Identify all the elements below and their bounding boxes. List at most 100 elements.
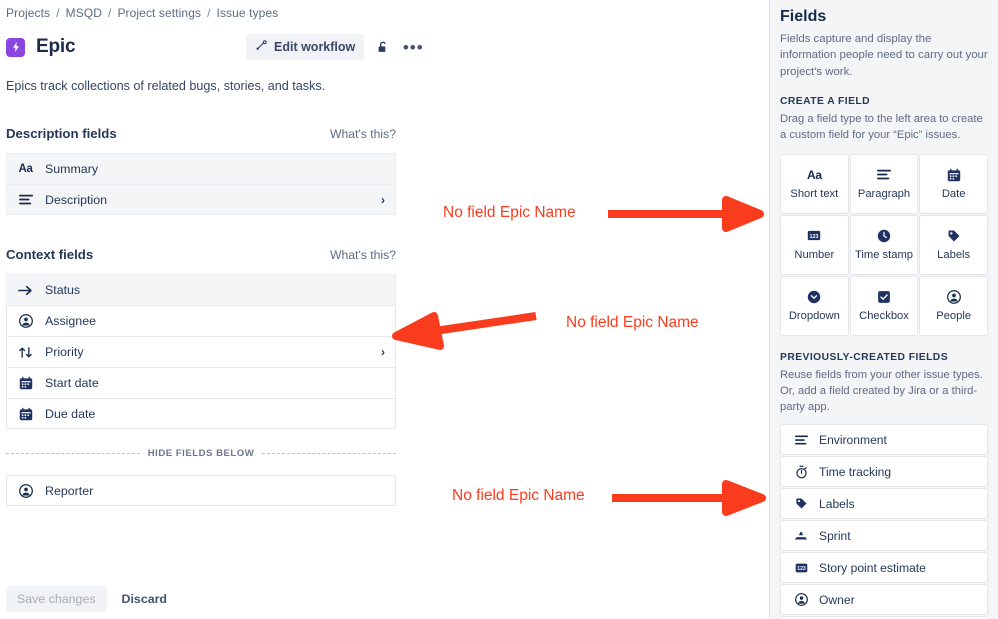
person-icon — [17, 314, 34, 328]
field-label: Start date — [45, 376, 99, 390]
field-type-label: Paragraph — [857, 188, 911, 201]
hidden-fields-list: Reporter — [6, 475, 396, 506]
previous-field-label: Sprint — [819, 528, 851, 543]
field-type-time-stamp[interactable]: Time stamp — [849, 214, 919, 275]
context-fields-whats-this-link[interactable]: What's this? — [330, 248, 396, 262]
tag-icon — [947, 228, 961, 243]
edit-workflow-label: Edit workflow — [274, 40, 356, 54]
breadcrumb-item-project-settings[interactable]: Project settings — [117, 6, 201, 20]
breadcrumb-item-msqd[interactable]: MSQD — [66, 6, 102, 20]
hide-fields-label: HIDE FIELDS BELOW — [147, 447, 255, 459]
field-type-dropdown[interactable]: Dropdown — [780, 275, 849, 336]
workflow-icon — [255, 39, 268, 55]
field-type-label: Checkbox — [859, 310, 909, 323]
field-type-labels[interactable]: Labels — [919, 214, 988, 275]
field-row-summary[interactable]: Aa Summary — [6, 153, 396, 184]
svg-text:123: 123 — [810, 234, 819, 240]
field-label: Status — [45, 283, 81, 297]
chevron-right-icon[interactable]: › — [381, 193, 385, 207]
field-type-number[interactable]: 123 Number — [780, 214, 849, 275]
footer-action-bar: Save changes Discard — [6, 586, 176, 612]
context-fields-header: Context fields What's this? — [6, 247, 396, 262]
previously-created-fields-label: PREVIOUSLY-CREATED FIELDS — [780, 351, 949, 363]
previous-field-label: Labels — [819, 496, 855, 511]
previous-field-sprint[interactable]: Sprint — [780, 520, 988, 552]
main-content: Projects / MSQD / Project settings / Iss… — [0, 0, 769, 619]
field-type-label: Dropdown — [788, 310, 840, 323]
priority-arrows-icon — [17, 346, 34, 359]
field-type-people[interactable]: People — [919, 275, 988, 336]
discard-button[interactable]: Discard — [113, 586, 176, 612]
field-type-date[interactable]: Date — [919, 153, 988, 214]
field-label: Assignee — [45, 314, 96, 328]
breadcrumb-separator: / — [207, 6, 211, 20]
sidebar-title: Fields — [780, 8, 827, 25]
field-type-label: Labels — [937, 249, 971, 262]
annotation-text-3: No field Epic Name — [452, 487, 585, 504]
app-root: Projects / MSQD / Project settings / Iss… — [0, 0, 998, 619]
chevron-right-icon[interactable]: › — [381, 345, 385, 359]
previous-field-label: Time tracking — [819, 464, 892, 479]
field-row-status[interactable]: Status — [6, 274, 396, 305]
page-title: Epic — [36, 36, 76, 57]
description-fields-whats-this-link[interactable]: What's this? — [330, 127, 396, 141]
annotation-arrow-left-2 — [392, 312, 537, 350]
svg-text:123: 123 — [797, 566, 806, 572]
tag-icon — [793, 497, 809, 510]
hide-fields-divider: HIDE FIELDS BELOW — [6, 446, 397, 460]
save-changes-button[interactable]: Save changes — [6, 586, 107, 612]
breadcrumb-item-issue-types[interactable]: Issue types — [217, 6, 279, 20]
field-type-checkbox[interactable]: Checkbox — [849, 275, 919, 336]
page-subtitle: Epics track collections of related bugs,… — [6, 79, 326, 93]
paragraph-icon — [793, 435, 809, 445]
field-type-label: Number — [794, 249, 835, 262]
calendar-icon — [17, 376, 34, 390]
field-type-short-text[interactable]: Aa Short text — [780, 153, 849, 214]
previous-field-labels[interactable]: Labels — [780, 488, 988, 520]
breadcrumb-item-projects[interactable]: Projects — [6, 6, 50, 20]
breadcrumb: Projects / MSQD / Project settings / Iss… — [6, 6, 278, 20]
annotation-text-1: No field Epic Name — [443, 204, 576, 221]
field-type-label: Time stamp — [854, 249, 913, 262]
previous-field-time-tracking[interactable]: Time tracking — [780, 456, 988, 488]
field-row-priority[interactable]: Priority › — [6, 336, 396, 367]
description-fields-list: Aa Summary Description › — [6, 153, 396, 215]
person-icon — [17, 483, 34, 498]
previous-field-label: Environment — [819, 432, 887, 447]
previous-field-story-point-estimate[interactable]: 123 Story point estimate — [780, 552, 988, 584]
calendar-icon — [947, 167, 961, 182]
stopwatch-icon — [793, 465, 809, 479]
previously-created-fields-list: Environment Time tracking Labels Sprint — [780, 424, 988, 619]
unlocked-padlock-icon[interactable] — [372, 36, 394, 58]
number-123-icon: 123 — [793, 562, 809, 574]
field-label: Summary — [45, 162, 99, 176]
previously-created-fields-description: Reuse fields from your other issue types… — [780, 368, 983, 413]
short-text-icon: Aa — [806, 167, 822, 182]
description-fields-heading: Description fields — [6, 126, 117, 141]
field-row-due-date[interactable]: Due date — [6, 398, 396, 429]
person-icon — [946, 289, 961, 304]
field-row-reporter[interactable]: Reporter — [6, 475, 396, 506]
paragraph-icon — [876, 167, 891, 182]
field-row-start-date[interactable]: Start date — [6, 367, 396, 398]
divider-line-right — [262, 452, 397, 454]
field-type-paragraph[interactable]: Paragraph — [849, 153, 919, 214]
breadcrumb-separator: / — [108, 6, 112, 20]
more-actions-icon[interactable]: ••• — [402, 36, 424, 58]
breadcrumb-separator: / — [56, 6, 60, 20]
field-label: Due date — [45, 406, 96, 421]
field-type-label: Date — [941, 188, 966, 201]
edit-workflow-button[interactable]: Edit workflow — [246, 34, 365, 60]
sidebar-description: Fields capture and display the informati… — [780, 33, 988, 78]
short-text-icon: Aa — [18, 163, 33, 175]
previous-field-owner[interactable]: Owner — [780, 584, 988, 616]
field-label: Reporter — [45, 483, 94, 498]
annotation-arrow-right-1 — [608, 196, 764, 232]
description-fields-header: Description fields What's this? — [6, 126, 396, 141]
field-row-assignee[interactable]: Assignee — [6, 305, 396, 336]
paragraph-icon — [17, 194, 34, 205]
previous-field-environment[interactable]: Environment — [780, 424, 988, 456]
fields-sidebar: Fields Fields capture and display the in… — [769, 0, 998, 619]
field-row-description[interactable]: Description › — [6, 184, 396, 215]
field-label: Priority — [45, 345, 84, 359]
